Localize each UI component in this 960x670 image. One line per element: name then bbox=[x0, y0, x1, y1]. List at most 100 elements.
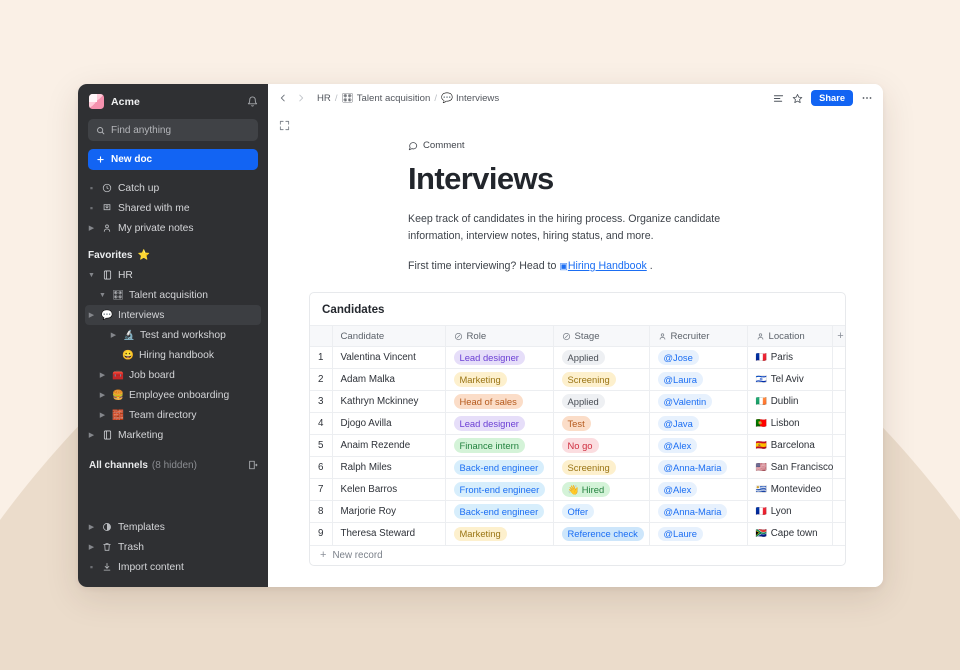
recruiter-mention[interactable]: @Alex bbox=[658, 438, 698, 453]
sidebar-item-templates[interactable]: ▶ Templates bbox=[78, 517, 268, 537]
new-channel-icon[interactable] bbox=[248, 460, 258, 470]
column-header-stage[interactable]: Stage bbox=[553, 326, 649, 347]
cell-location[interactable]: 🇮🇱Tel Aviv bbox=[747, 369, 832, 391]
recruiter-mention[interactable]: @Jose bbox=[658, 350, 699, 365]
new-record-button[interactable]: + New record bbox=[310, 545, 845, 565]
cell-candidate[interactable]: Ralph Miles bbox=[332, 457, 445, 479]
recruiter-mention[interactable]: @Alex bbox=[658, 482, 698, 497]
sidebar-item-import-content[interactable]: ▪ Import content bbox=[78, 557, 268, 577]
cell-candidate[interactable]: Djogo Avilla bbox=[332, 413, 445, 435]
chevron-right-icon[interactable]: ▶ bbox=[98, 411, 107, 419]
search-input[interactable]: Find anything bbox=[88, 119, 258, 141]
chevron-right-icon[interactable]: ▶ bbox=[87, 311, 96, 319]
table-row[interactable]: 8Marjorie RoyBack-end engineerOffer@Anna… bbox=[310, 501, 846, 523]
breadcrumb-item-hr[interactable]: HR bbox=[317, 93, 331, 104]
back-button[interactable] bbox=[277, 93, 289, 103]
cell-candidate[interactable]: Kelen Barros bbox=[332, 479, 445, 501]
cell-stage[interactable]: Reference check bbox=[553, 523, 649, 545]
table-row[interactable]: 4Djogo AvillaLead designerTest@Java🇵🇹Lis… bbox=[310, 413, 846, 435]
cell-candidate[interactable]: Valentina Vincent bbox=[332, 347, 445, 369]
cell-location[interactable]: 🇪🇸Barcelona bbox=[747, 435, 832, 457]
column-header-role[interactable]: Role bbox=[445, 326, 553, 347]
cell-role[interactable]: Front-end engineer bbox=[445, 479, 553, 501]
cell-role[interactable]: Back-end engineer bbox=[445, 457, 553, 479]
cell-location[interactable]: 🇿🇦Cape town bbox=[747, 523, 832, 545]
cell-role[interactable]: Finance intern bbox=[445, 435, 553, 457]
cell-recruiter[interactable]: @Java bbox=[649, 413, 747, 435]
cell-recruiter[interactable]: @Alex bbox=[649, 479, 747, 501]
column-header-candidate[interactable]: Candidate bbox=[332, 326, 445, 347]
forward-button[interactable] bbox=[295, 93, 307, 103]
chevron-down-icon[interactable]: ▼ bbox=[98, 292, 107, 299]
recruiter-mention[interactable]: @Anna-Maria bbox=[658, 504, 728, 519]
cell-role[interactable]: Marketing bbox=[445, 369, 553, 391]
cell-stage[interactable]: No go bbox=[553, 435, 649, 457]
cell-stage[interactable]: Screening bbox=[553, 457, 649, 479]
sidebar-item-trash[interactable]: ▶ Trash bbox=[78, 537, 268, 557]
table-row[interactable]: 2Adam MalkaMarketingScreening@Laura🇮🇱Tel… bbox=[310, 369, 846, 391]
cell-recruiter[interactable]: @Anna-Maria bbox=[649, 457, 747, 479]
sidebar-item-talent-acquisition[interactable]: ▼ 🎛 Talent acquisition bbox=[78, 285, 268, 305]
sidebar-item-interviews[interactable]: ▶ 💬 Interviews bbox=[85, 305, 261, 325]
cell-recruiter[interactable]: @Laura bbox=[649, 369, 747, 391]
table-row[interactable]: 3Kathryn MckinneyHead of salesApplied@Va… bbox=[310, 391, 846, 413]
cell-stage[interactable]: Offer bbox=[553, 501, 649, 523]
cell-stage[interactable]: Applied bbox=[553, 347, 649, 369]
cell-candidate[interactable]: Kathryn Mckinney bbox=[332, 391, 445, 413]
cell-stage[interactable]: Applied bbox=[553, 391, 649, 413]
table-row[interactable]: 7Kelen BarrosFront-end engineer👋 Hired@A… bbox=[310, 479, 846, 501]
bell-icon[interactable] bbox=[247, 96, 258, 107]
comment-button[interactable]: Comment bbox=[408, 140, 845, 151]
cell-role[interactable]: Head of sales bbox=[445, 391, 553, 413]
cell-location[interactable]: 🇺🇾Montevideo bbox=[747, 479, 832, 501]
table-row[interactable]: 6Ralph MilesBack-end engineerScreening@A… bbox=[310, 457, 846, 479]
sidebar-item-my-private-notes[interactable]: ▶ My private notes bbox=[78, 218, 268, 238]
cell-recruiter[interactable]: @Jose bbox=[649, 347, 747, 369]
cell-location[interactable]: 🇫🇷Lyon bbox=[747, 501, 832, 523]
cell-recruiter[interactable]: @Valentin bbox=[649, 391, 747, 413]
recruiter-mention[interactable]: @Laure bbox=[658, 527, 704, 542]
sidebar-item-hr[interactable]: ▼ HR bbox=[78, 265, 268, 285]
recruiter-mention[interactable]: @Valentin bbox=[658, 394, 713, 409]
cell-candidate[interactable]: Theresa Steward bbox=[332, 523, 445, 545]
cell-candidate[interactable]: Adam Malka bbox=[332, 369, 445, 391]
recruiter-mention[interactable]: @Anna-Maria bbox=[658, 460, 728, 475]
table-row[interactable]: 9Theresa StewardMarketingReference check… bbox=[310, 523, 846, 545]
outline-list-icon[interactable] bbox=[773, 93, 784, 104]
cell-role[interactable]: Back-end engineer bbox=[445, 501, 553, 523]
document-scroll-area[interactable]: Comment Interviews Keep track of candida… bbox=[268, 138, 883, 587]
chevron-right-icon[interactable]: ▶ bbox=[87, 224, 96, 232]
new-doc-button[interactable]: New doc bbox=[88, 149, 258, 170]
sidebar-item-marketing[interactable]: ▶ Marketing bbox=[78, 425, 268, 445]
sidebar-item-catch-up[interactable]: ▪ Catch up bbox=[78, 178, 268, 198]
table-row[interactable]: 1Valentina VincentLead designerApplied@J… bbox=[310, 347, 846, 369]
cell-stage[interactable]: Screening bbox=[553, 369, 649, 391]
expand-fullscreen-icon[interactable] bbox=[279, 120, 290, 131]
breadcrumb-item-talent-acquisition[interactable]: 🎛 Talent acquisition bbox=[342, 93, 431, 104]
workspace-header[interactable]: Acme bbox=[78, 84, 268, 115]
chevron-down-icon[interactable]: ▼ bbox=[87, 272, 96, 279]
cell-candidate[interactable]: Marjorie Roy bbox=[332, 501, 445, 523]
cell-location[interactable]: 🇵🇹Lisbon bbox=[747, 413, 832, 435]
cell-location[interactable]: 🇫🇷Paris bbox=[747, 347, 832, 369]
hiring-handbook-link[interactable]: Hiring Handbook bbox=[568, 260, 647, 272]
cell-role[interactable]: Lead designer bbox=[445, 347, 553, 369]
chevron-right-icon[interactable]: ▶ bbox=[98, 391, 107, 399]
cell-location[interactable]: 🇮🇪Dublin bbox=[747, 391, 832, 413]
cell-recruiter[interactable]: @Alex bbox=[649, 435, 747, 457]
chevron-right-icon[interactable]: ▶ bbox=[98, 371, 107, 379]
cell-role[interactable]: Marketing bbox=[445, 523, 553, 545]
all-channels-row[interactable]: All channels (8 hidden) bbox=[78, 454, 268, 476]
sidebar-item-hiring-handbook[interactable]: 😀 Hiring handbook bbox=[78, 345, 268, 365]
chevron-right-icon[interactable]: ▶ bbox=[109, 331, 118, 339]
cell-recruiter[interactable]: @Anna-Maria bbox=[649, 501, 747, 523]
cell-stage[interactable]: Test bbox=[553, 413, 649, 435]
column-header-recruiter[interactable]: Recruiter bbox=[649, 326, 747, 347]
sidebar-item-team-directory[interactable]: ▶ 🧱 Team directory bbox=[78, 405, 268, 425]
column-header-location[interactable]: Location bbox=[747, 326, 832, 347]
add-column-button[interactable]: + bbox=[832, 326, 846, 347]
cell-role[interactable]: Lead designer bbox=[445, 413, 553, 435]
more-horizontal-icon[interactable] bbox=[861, 92, 873, 104]
sidebar-item-job-board[interactable]: ▶ 🧰 Job board bbox=[78, 365, 268, 385]
chevron-right-icon[interactable]: ▶ bbox=[87, 543, 96, 551]
